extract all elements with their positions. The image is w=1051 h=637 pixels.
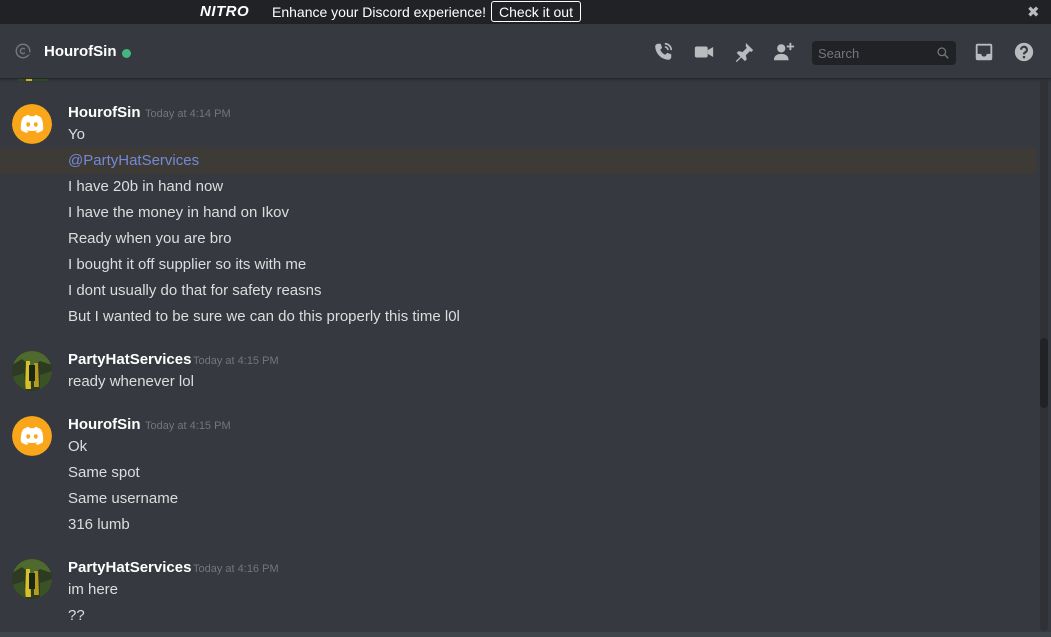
- video-call-icon[interactable]: [693, 41, 715, 63]
- message-content: I have 20b in hand now: [68, 178, 224, 195]
- user-mention[interactable]: @PartyHatServices: [68, 152, 199, 169]
- message-author[interactable]: HourofSin: [68, 104, 141, 121]
- nitro-logo: NITRO: [200, 3, 250, 20]
- search-box[interactable]: [812, 41, 956, 65]
- message-timestamp: Today at 4:16 PM: [193, 563, 279, 575]
- message-timestamp: Today at 4:15 PM: [145, 420, 231, 432]
- message-content: ready whenever lol: [68, 373, 194, 390]
- check-it-out-button[interactable]: Check it out: [491, 1, 581, 22]
- message-list[interactable]: HourofSin Today at 4:14 PM Yo @PartyHatS…: [0, 79, 1038, 631]
- message-author[interactable]: PartyHatServices: [68, 559, 191, 576]
- message-input-edge: [0, 632, 1051, 637]
- message-content: Yo: [68, 126, 85, 143]
- message-content: Same spot: [68, 464, 140, 481]
- discord-default-avatar-icon[interactable]: [12, 104, 52, 144]
- message-content: 316 lumb: [68, 516, 130, 533]
- user-avatar-image[interactable]: [12, 559, 52, 599]
- search-icon: [937, 47, 949, 59]
- channel-header: HourofSin: [0, 24, 1051, 79]
- message-content: I bought it off supplier so its with me: [68, 256, 307, 273]
- message-author[interactable]: PartyHatServices: [68, 351, 191, 368]
- search-input[interactable]: [818, 41, 930, 65]
- message-timestamp: Today at 4:15 PM: [193, 355, 279, 367]
- pin-icon[interactable]: [733, 41, 755, 63]
- voice-call-icon[interactable]: [652, 41, 674, 63]
- help-icon[interactable]: [1013, 41, 1035, 63]
- message-timestamp: Today at 4:14 PM: [145, 108, 231, 120]
- add-friend-icon[interactable]: [773, 41, 795, 63]
- message-content: I dont usually do that for safety reasns: [68, 282, 322, 299]
- user-avatar-image[interactable]: [12, 351, 52, 391]
- message-content: Ready when you are bro: [68, 230, 232, 247]
- discord-default-avatar-icon[interactable]: [12, 416, 52, 456]
- message-content: Same username: [68, 490, 179, 507]
- banner-text: Enhance your Discord experience!: [272, 4, 487, 20]
- at-icon: [15, 43, 31, 59]
- message-content: But I wanted to be sure we can do this p…: [68, 308, 460, 325]
- message-content: Ok: [68, 438, 88, 455]
- scrollbar-thumb[interactable]: [1040, 338, 1048, 408]
- message-content: ??: [68, 607, 85, 624]
- online-status-icon: [122, 49, 131, 58]
- nitro-banner: NITRO Enhance your Discord experience! C…: [0, 0, 1051, 24]
- channel-name: HourofSin: [44, 43, 117, 60]
- inbox-icon[interactable]: [973, 41, 995, 63]
- user-avatar-image: [18, 79, 48, 81]
- message-content: I have the money in hand on Ikov: [68, 204, 289, 221]
- message-author[interactable]: HourofSin: [68, 416, 141, 433]
- close-icon[interactable]: ✖: [1027, 3, 1040, 21]
- message-content: im here: [68, 581, 119, 598]
